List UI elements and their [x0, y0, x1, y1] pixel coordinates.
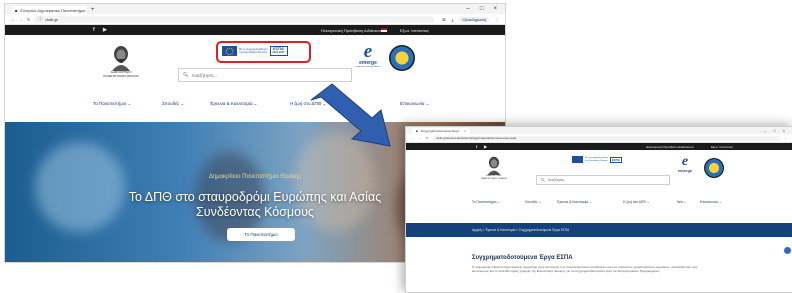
transition-arrow-icon — [310, 83, 391, 147]
